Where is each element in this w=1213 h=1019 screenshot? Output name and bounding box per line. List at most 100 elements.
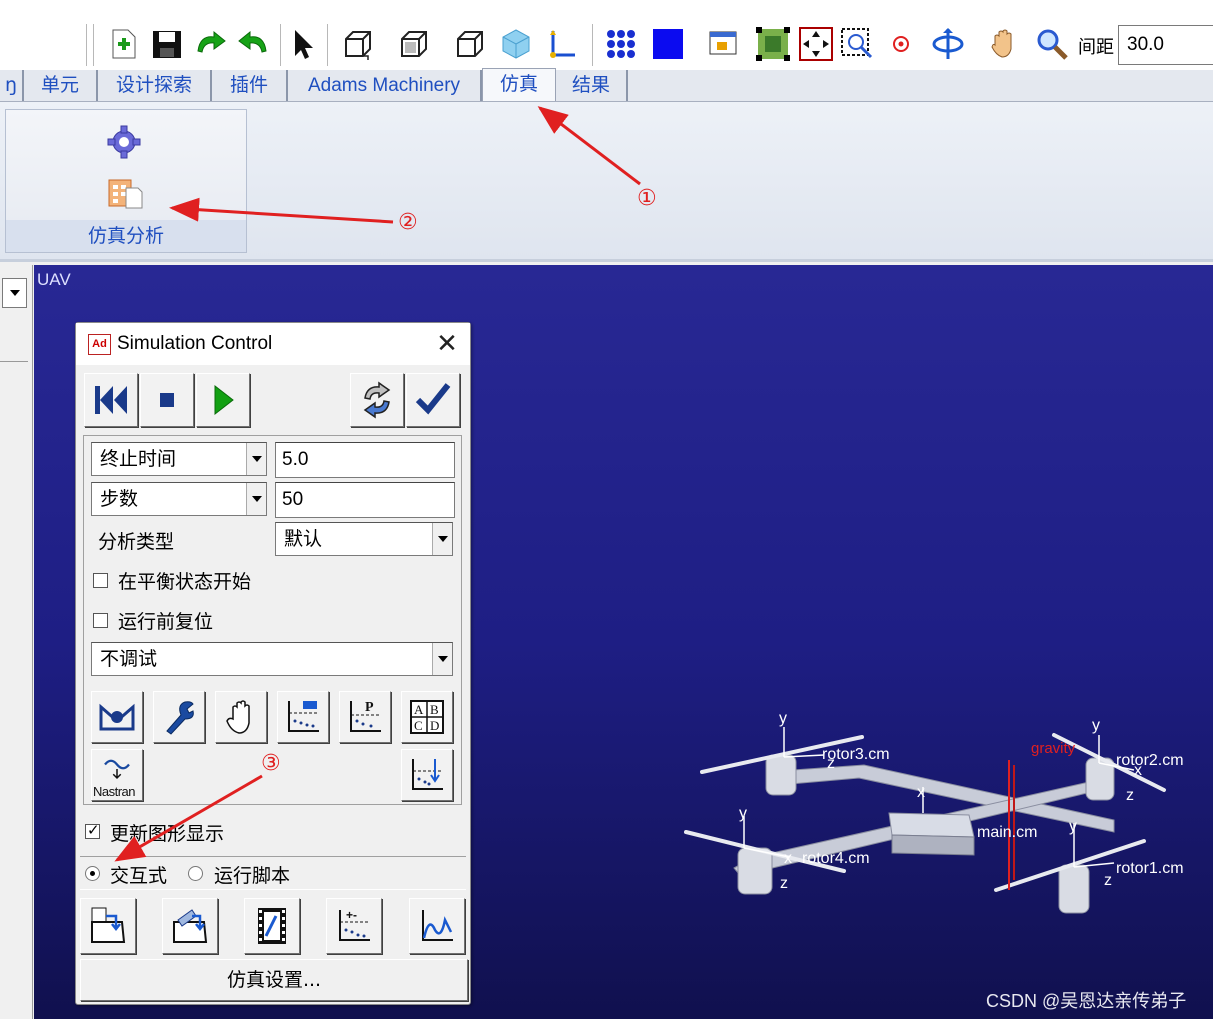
- debug-select[interactable]: 不调试: [91, 642, 453, 676]
- annotation-marker-2: ②: [398, 210, 418, 235]
- script-radio[interactable]: [188, 866, 203, 881]
- postprocessor-button[interactable]: [409, 898, 465, 954]
- table-abcd-button[interactable]: ABCD: [401, 691, 453, 743]
- end-mode-select[interactable]: 终止时间: [91, 442, 267, 476]
- window-icon[interactable]: [706, 26, 742, 62]
- axis-y-label: y: [739, 805, 747, 822]
- analysis-type-value: 默认: [284, 528, 323, 550]
- calculator-icon[interactable]: [106, 174, 144, 212]
- zoom-icon[interactable]: [1034, 26, 1070, 62]
- measure-plot-button[interactable]: +-: [326, 898, 382, 954]
- analysis-type-label: 分析类型: [98, 531, 175, 553]
- watermark: CSDN @吴恩达亲传弟子: [986, 991, 1187, 1011]
- refresh-button[interactable]: [350, 373, 404, 427]
- annotation-marker-3: ③: [261, 751, 281, 776]
- chevron-down-icon: [432, 643, 452, 675]
- center-icon[interactable]: [883, 26, 919, 62]
- hand-button[interactable]: [215, 691, 267, 743]
- view-top-icon[interactable]: [452, 26, 488, 62]
- axis-y-label: y: [1092, 717, 1100, 734]
- refresh-icon: [363, 381, 391, 419]
- view-right-icon[interactable]: [396, 26, 432, 62]
- update-graphics-checkbox[interactable]: [85, 821, 100, 839]
- close-icon[interactable]: ✕: [432, 329, 462, 359]
- analysis-type-select[interactable]: 默认: [275, 522, 453, 556]
- end-time-input[interactable]: 5.0: [275, 442, 455, 478]
- axis-y-label: y: [779, 710, 787, 727]
- tab-results[interactable]: 结果: [556, 70, 628, 101]
- tab-simulation[interactable]: 仿真: [482, 68, 556, 101]
- axis-z-label: z: [780, 875, 788, 892]
- checkmark-icon: [415, 383, 451, 415]
- rewind-button[interactable]: [84, 373, 138, 427]
- zoom-box-icon[interactable]: [839, 26, 875, 62]
- sensor-button[interactable]: [91, 691, 143, 743]
- nastran-icon: [104, 759, 130, 780]
- view-front-icon[interactable]: [340, 26, 376, 62]
- svg-text:D: D: [430, 718, 439, 733]
- rotate-icon[interactable]: [930, 26, 966, 62]
- play-button[interactable]: [196, 373, 250, 427]
- axes-icon[interactable]: [544, 26, 580, 62]
- spacing-label: 间距: [1078, 37, 1114, 58]
- chevron-down-icon: [432, 523, 452, 555]
- plot-sensor-button[interactable]: [401, 749, 453, 801]
- stop-button[interactable]: [140, 373, 194, 427]
- save-icon[interactable]: [149, 26, 185, 62]
- start-equilibrium-checkbox[interactable]: [93, 573, 108, 588]
- update-graphics-label: 更新图形显示: [110, 823, 225, 845]
- tab-adams-machinery[interactable]: Adams Machinery: [288, 70, 482, 101]
- svg-text:C: C: [414, 718, 423, 733]
- view-iso-icon[interactable]: [498, 26, 534, 62]
- tab-partial[interactable]: ŋ: [0, 70, 24, 101]
- left-panel: [0, 265, 33, 1019]
- spacing-input[interactable]: 30.0: [1118, 25, 1213, 65]
- main-toolbar: 间距 30.0: [0, 0, 1213, 70]
- steps-mode-select[interactable]: 步数: [91, 482, 267, 516]
- left-panel-dropdown[interactable]: [2, 278, 27, 308]
- render-icon[interactable]: [650, 26, 686, 62]
- svg-text:P: P: [365, 700, 374, 715]
- new-icon[interactable]: [106, 26, 142, 62]
- nastran-button[interactable]: Nastran: [91, 749, 143, 801]
- animation-button[interactable]: [244, 898, 300, 954]
- interactive-label: 交互式: [110, 865, 168, 887]
- interactive-radio[interactable]: [85, 866, 100, 881]
- svg-text:B: B: [430, 702, 439, 717]
- tab-plugins[interactable]: 插件: [212, 70, 288, 101]
- simulation-analysis-label[interactable]: 仿真分析: [6, 220, 246, 252]
- redo-icon[interactable]: [193, 26, 229, 62]
- tab-element[interactable]: 单元: [24, 70, 98, 101]
- axis-z-label: z: [1104, 872, 1112, 889]
- reset-before-run-checkbox[interactable]: [93, 613, 108, 628]
- open-sim-icon: [91, 907, 126, 943]
- plot-p-button[interactable]: P: [339, 691, 391, 743]
- undo-icon[interactable]: [235, 26, 271, 62]
- load-script-button[interactable]: [162, 898, 218, 954]
- plot-p-icon: P: [350, 700, 381, 732]
- select-arrow-icon[interactable]: [284, 26, 320, 62]
- toolbar-separator: [327, 24, 329, 66]
- tab-design-exploration[interactable]: 设计探索: [98, 70, 212, 101]
- simulation-parameters-panel: 终止时间 5.0 步数 50 分析类型 默认 在平衡状态开始 运行前复位 不调试: [83, 435, 462, 805]
- fit-icon[interactable]: [755, 26, 791, 62]
- gravity-label: gravity: [1031, 740, 1076, 757]
- hand-icon: [226, 700, 250, 734]
- plot-measure-icon: [288, 701, 319, 732]
- simulation-settings-button[interactable]: 仿真设置...: [80, 959, 468, 1001]
- fit-all-icon[interactable]: [798, 26, 834, 62]
- wrench-icon: [166, 701, 194, 735]
- measure-plot-icon: +-: [339, 908, 370, 941]
- load-simulation-button[interactable]: [80, 898, 136, 954]
- grid-icon[interactable]: [603, 26, 639, 62]
- pan-icon[interactable]: [986, 26, 1022, 62]
- dialog-title-bar[interactable]: Ad Simulation Control ✕: [76, 323, 470, 365]
- stop-icon: [160, 393, 174, 407]
- debug-value: 不调试: [100, 648, 158, 670]
- ok-button[interactable]: [406, 373, 460, 427]
- gear-icon[interactable]: [106, 124, 142, 160]
- wrench-button[interactable]: [153, 691, 205, 743]
- script-label: 运行脚本: [214, 865, 291, 887]
- plot-measure-button[interactable]: [277, 691, 329, 743]
- steps-input[interactable]: 50: [275, 482, 455, 518]
